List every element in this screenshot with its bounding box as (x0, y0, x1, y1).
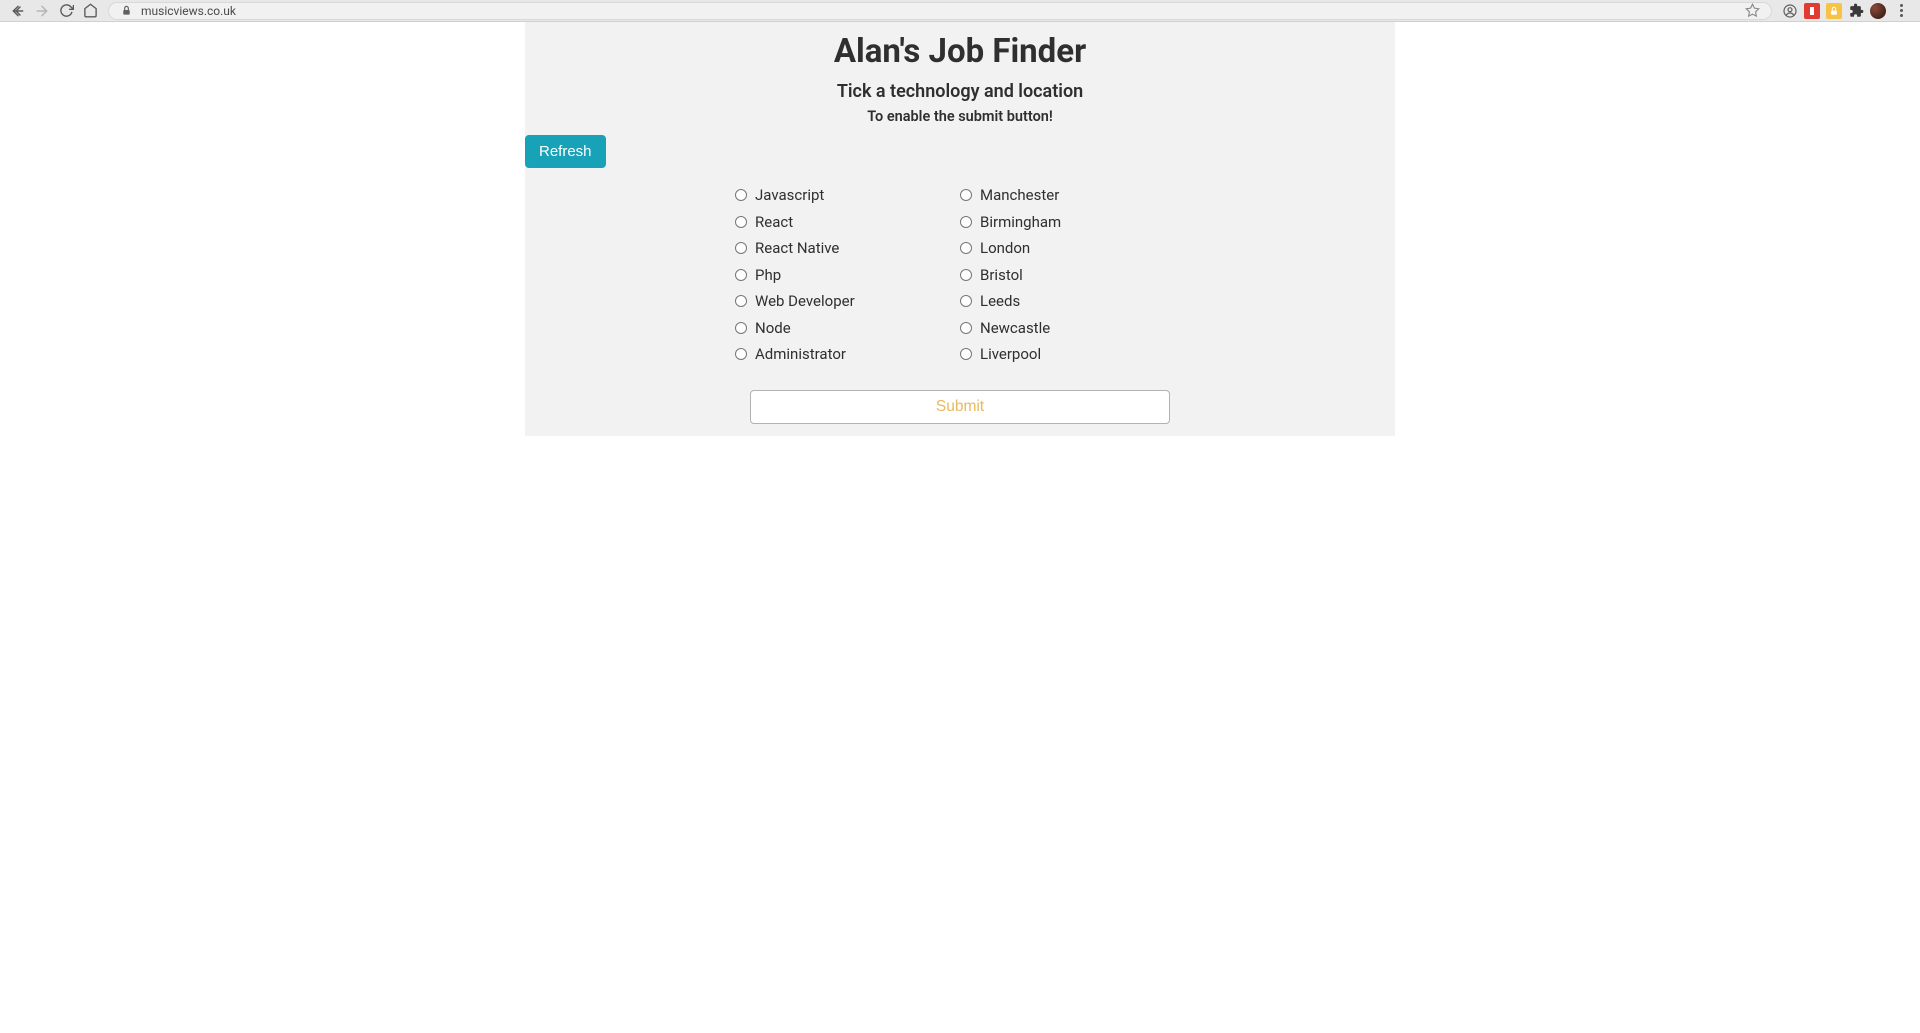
radio-location[interactable] (960, 269, 972, 281)
radio-location[interactable] (960, 189, 972, 201)
option-label: Leeds (980, 290, 1020, 313)
option-label: Manchester (980, 184, 1059, 207)
technology-column: Javascript React React Native Php Web De… (735, 182, 960, 368)
option-row: Birmingham (960, 209, 1185, 236)
browser-menu-icon[interactable] (1892, 4, 1910, 17)
options-row: Javascript React React Native Php Web De… (525, 182, 1395, 368)
radio-technology[interactable] (735, 295, 747, 307)
option-label: Newcastle (980, 317, 1050, 340)
option-row: Bristol (960, 262, 1185, 289)
option-row: Administrator (735, 341, 960, 368)
option-row: React Native (735, 235, 960, 262)
extension-icon-2[interactable] (1826, 3, 1842, 19)
option-row: Newcastle (960, 315, 1185, 342)
option-label: Node (755, 317, 791, 340)
forward-button[interactable] (30, 0, 54, 22)
subtitle: Tick a technology and location (525, 81, 1395, 102)
option-row: Php (735, 262, 960, 289)
viewport: Alan's Job Finder Tick a technology and … (0, 22, 1920, 436)
option-row: Web Developer (735, 288, 960, 315)
refresh-button[interactable]: Refresh (525, 135, 606, 168)
radio-technology[interactable] (735, 216, 747, 228)
submit-button[interactable]: Submit (750, 390, 1170, 424)
puzzle-icon[interactable] (1848, 3, 1864, 19)
sub-subtitle: To enable the submit button! (525, 108, 1395, 125)
option-row: Leeds (960, 288, 1185, 315)
location-column: Manchester Birmingham London Bristol Lee… (960, 182, 1185, 368)
main-content: Alan's Job Finder Tick a technology and … (525, 22, 1395, 436)
option-label: London (980, 237, 1030, 260)
option-label: Birmingham (980, 211, 1061, 234)
bookmark-star-icon[interactable] (1745, 3, 1761, 19)
browser-toolbar: musicviews.co.uk (0, 0, 1920, 22)
radio-technology[interactable] (735, 242, 747, 254)
profile-avatar-icon[interactable] (1870, 3, 1886, 19)
home-button[interactable] (78, 0, 102, 22)
option-label: Liverpool (980, 343, 1041, 366)
lock-icon (119, 4, 133, 18)
option-label: Javascript (755, 184, 824, 207)
account-circle-icon[interactable] (1782, 3, 1798, 19)
refresh-row: Refresh (525, 125, 1395, 168)
radio-technology[interactable] (735, 348, 747, 360)
radio-location[interactable] (960, 295, 972, 307)
radio-location[interactable] (960, 242, 972, 254)
option-row: Javascript (735, 182, 960, 209)
page-title: Alan's Job Finder (525, 22, 1395, 71)
option-label: Administrator (755, 343, 846, 366)
radio-technology[interactable] (735, 269, 747, 281)
option-label: React (755, 211, 793, 234)
radio-technology[interactable] (735, 322, 747, 334)
extension-icon-1[interactable] (1804, 3, 1820, 19)
radio-location[interactable] (960, 348, 972, 360)
option-label: Php (755, 264, 781, 287)
back-button[interactable] (6, 0, 30, 22)
reload-button[interactable] (54, 0, 78, 22)
option-row: Node (735, 315, 960, 342)
address-bar[interactable]: musicviews.co.uk (108, 2, 1772, 20)
option-row: London (960, 235, 1185, 262)
radio-technology[interactable] (735, 189, 747, 201)
option-row: Manchester (960, 182, 1185, 209)
option-label: Web Developer (755, 290, 855, 313)
option-label: React Native (755, 237, 839, 260)
radio-location[interactable] (960, 216, 972, 228)
radio-location[interactable] (960, 322, 972, 334)
option-row: Liverpool (960, 341, 1185, 368)
extension-icons (1778, 3, 1914, 19)
option-label: Bristol (980, 264, 1023, 287)
url-text: musicviews.co.uk (141, 4, 1745, 18)
submit-row: Submit (525, 390, 1395, 424)
option-row: React (735, 209, 960, 236)
